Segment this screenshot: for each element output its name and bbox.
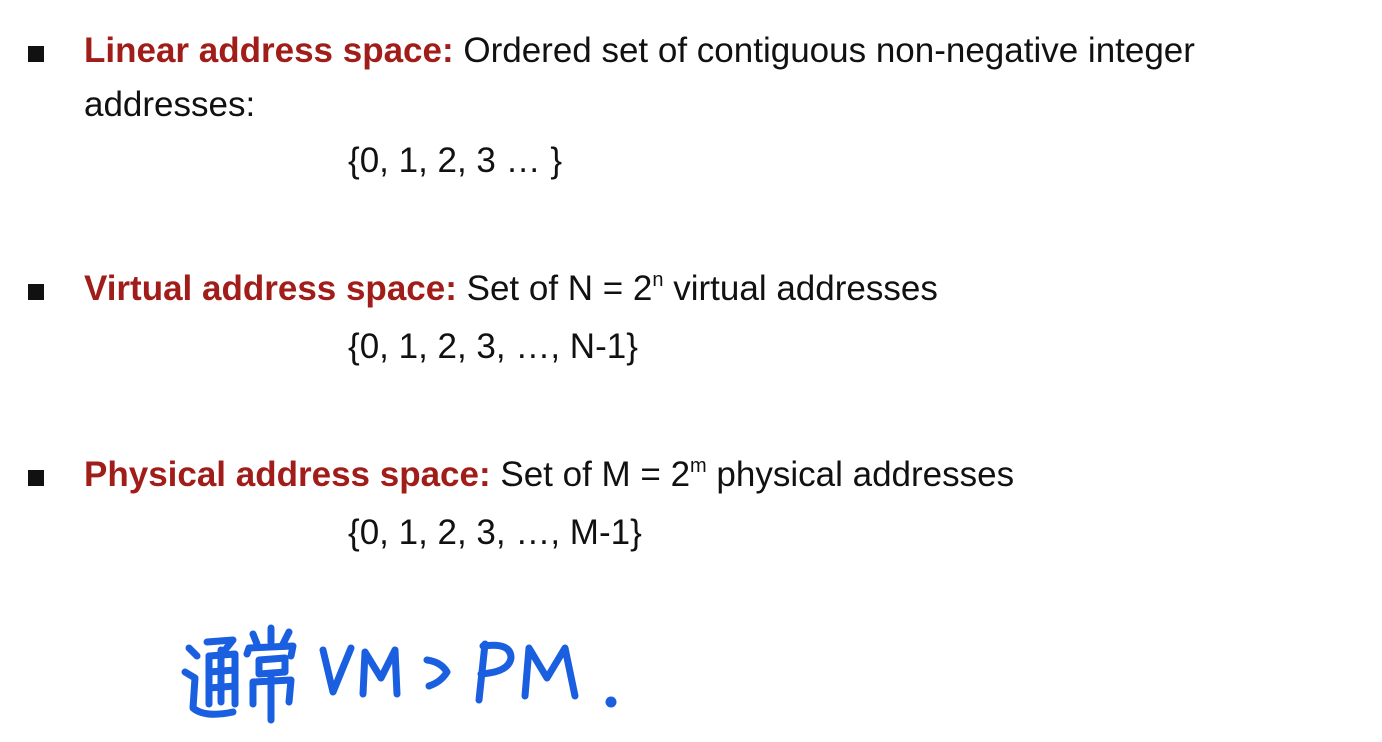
bullet-item-virtual: Virtual address space: Set of N = 2n vir… [22,262,1372,322]
term-physical: Physical address space: [84,455,491,494]
superscript-n: n [652,269,664,291]
bullet-text-linear: Linear address space: Ordered set of con… [84,24,1372,132]
bullet-square-icon [28,470,44,486]
bullet-text-physical: Physical address space: Set of M = 2m ph… [84,448,1372,502]
bullet-item-physical: Physical address space: Set of M = 2m ph… [22,448,1372,508]
superscript-m: m [690,455,707,477]
set-virtual: {0, 1, 2, 3, …, N-1} [348,327,638,366]
bullet-text-virtual: Virtual address space: Set of N = 2n vir… [84,262,1372,316]
bullet-item-linear: Linear address space: Ordered set of con… [22,24,1372,194]
slide: Linear address space: Ordered set of con… [0,0,1382,742]
term-virtual: Virtual address space: [84,269,457,308]
handwritten-annotation [175,620,635,730]
description-virtual-after: virtual addresses [663,269,938,308]
description-physical: Set of M = 2 [490,455,691,494]
set-physical: {0, 1, 2, 3, …, M-1} [348,513,642,552]
description-virtual: Set of N = 2 [456,269,653,308]
handwriting-drawing [181,624,617,724]
set-linear: {0, 1, 2, 3 … } [348,141,563,180]
term-linear: Linear address space: [84,31,454,70]
description-physical-after: physical addresses [706,455,1015,494]
bullet-square-icon [28,46,44,62]
bullet-square-icon [28,284,44,300]
